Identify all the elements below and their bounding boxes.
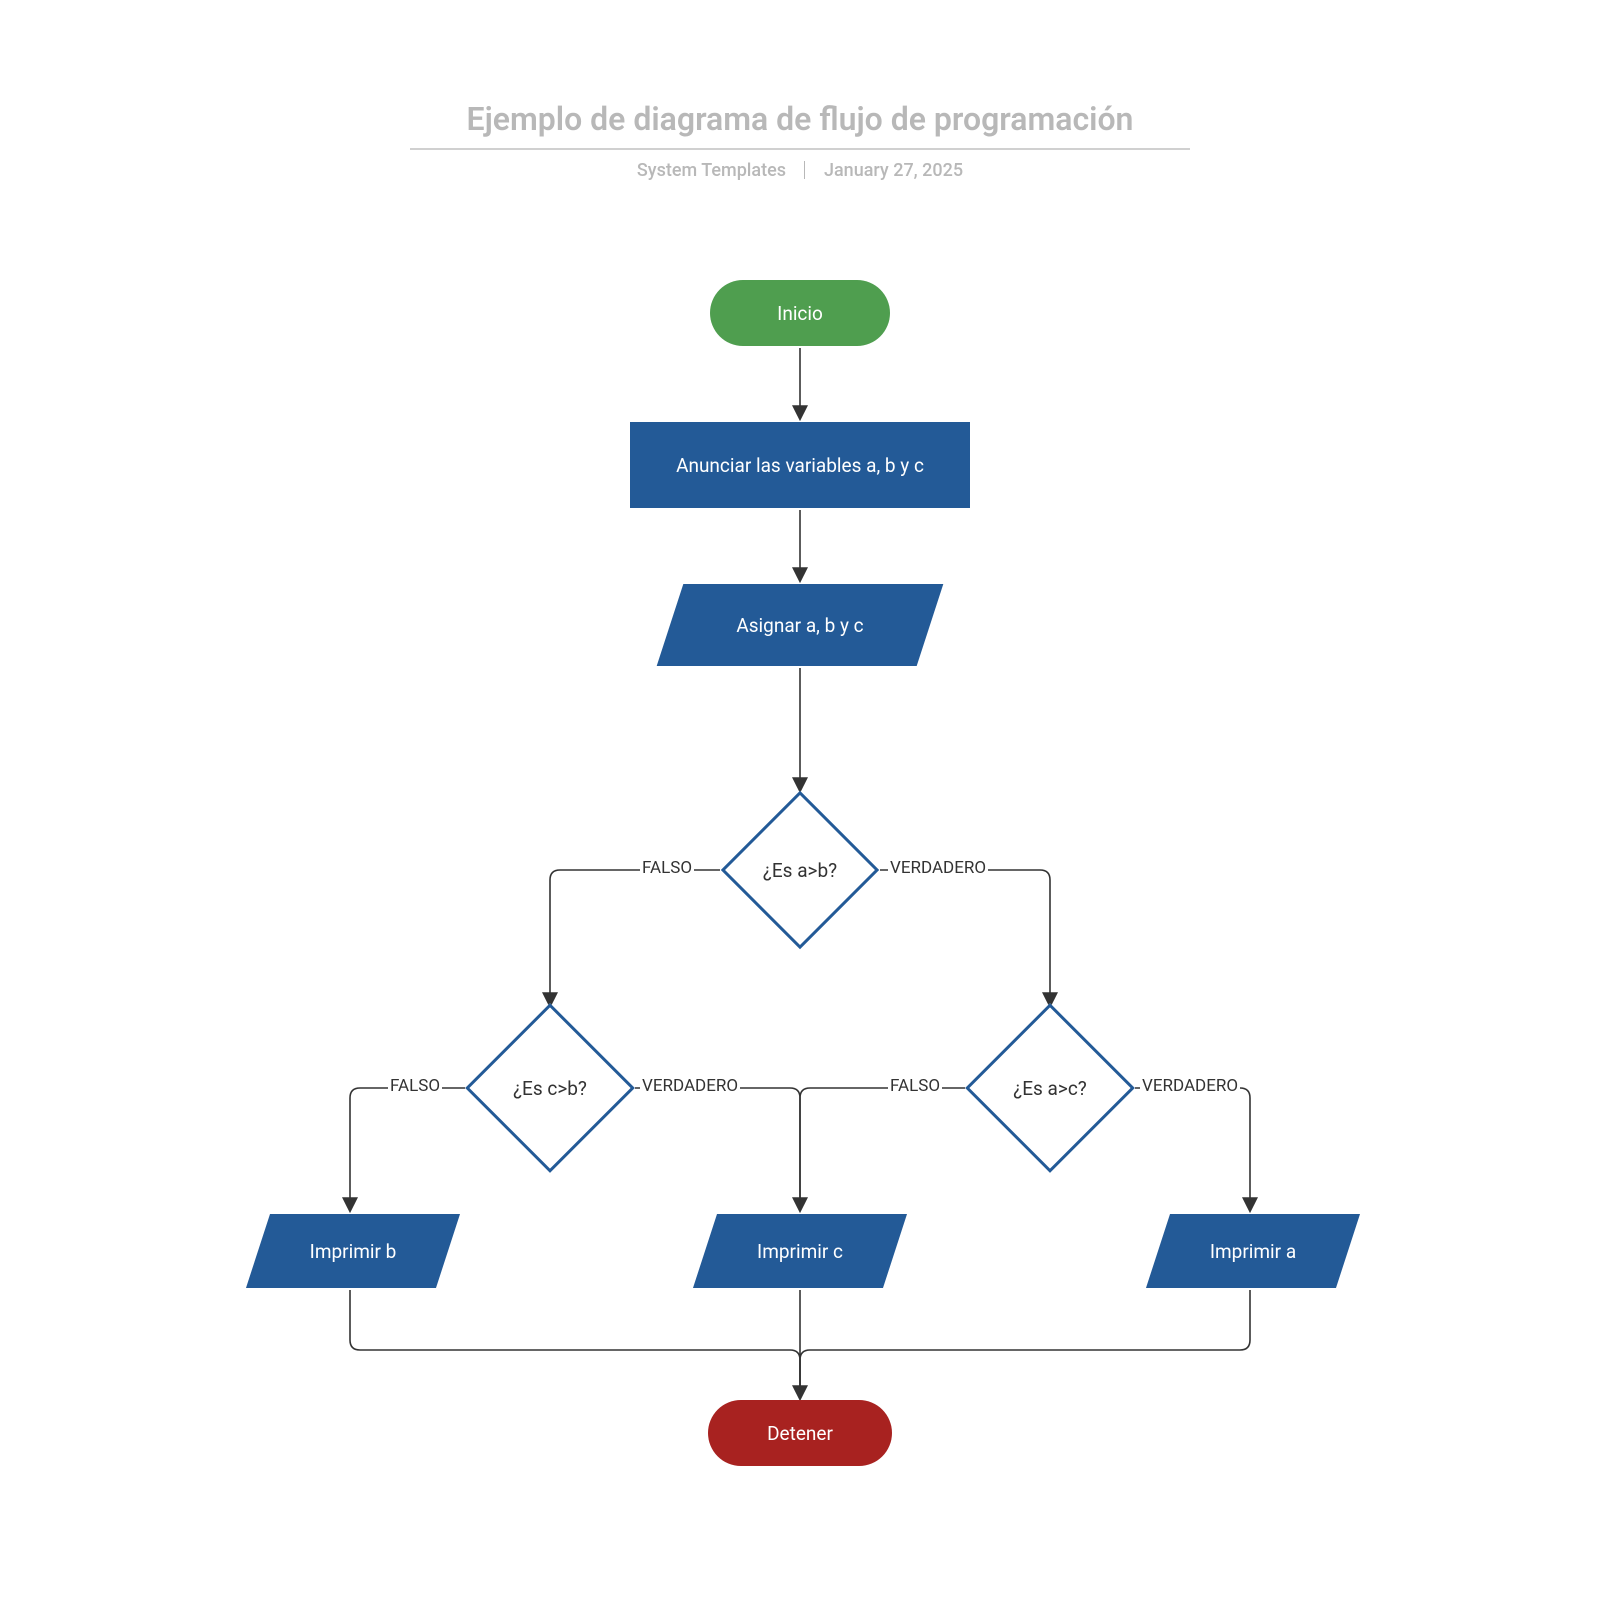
diagram-title: Ejemplo de diagrama de flujo de programa… [0, 100, 1600, 138]
edge-ac-true: VERDADERO [1140, 1076, 1240, 1096]
node-declare: Anunciar las variables a, b y c [630, 422, 970, 508]
node-cond-cb: ¿Es c>b? [490, 1028, 610, 1148]
edge-cb-false: FALSO [388, 1076, 442, 1096]
node-cond-ab: ¿Es a>b? [744, 814, 856, 926]
node-cond-ac-label: ¿Es a>c? [990, 1028, 1110, 1148]
node-stop: Detener [708, 1400, 892, 1466]
node-start: Inicio [710, 280, 890, 346]
node-assign: Asignar a, b y c [670, 584, 930, 666]
node-print-a-label: Imprimir a [1158, 1214, 1348, 1288]
diagram-meta: System Templates January 27, 2025 [0, 160, 1600, 181]
node-start-label: Inicio [777, 302, 823, 325]
title-underline [410, 148, 1190, 150]
edge-ac-false: FALSO [888, 1076, 942, 1096]
author-label: System Templates [637, 160, 786, 181]
node-print-c: Imprimir c [705, 1214, 895, 1288]
flowchart-canvas: Ejemplo de diagrama de flujo de programa… [0, 0, 1600, 1600]
node-declare-label: Anunciar las variables a, b y c [676, 454, 924, 477]
node-assign-label: Asignar a, b y c [670, 584, 930, 666]
edge-cb-true: VERDADERO [640, 1076, 740, 1096]
edge-ab-true: VERDADERO [888, 858, 988, 878]
date-label: January 27, 2025 [824, 160, 963, 181]
node-cond-ab-label: ¿Es a>b? [744, 814, 856, 926]
node-cond-ac: ¿Es a>c? [990, 1028, 1110, 1148]
node-cond-cb-label: ¿Es c>b? [490, 1028, 610, 1148]
meta-separator [804, 161, 805, 179]
node-stop-label: Detener [767, 1422, 833, 1445]
node-print-a: Imprimir a [1158, 1214, 1348, 1288]
node-print-c-label: Imprimir c [705, 1214, 895, 1288]
node-print-b: Imprimir b [258, 1214, 448, 1288]
node-print-b-label: Imprimir b [258, 1214, 448, 1288]
edge-ab-false: FALSO [640, 858, 694, 878]
